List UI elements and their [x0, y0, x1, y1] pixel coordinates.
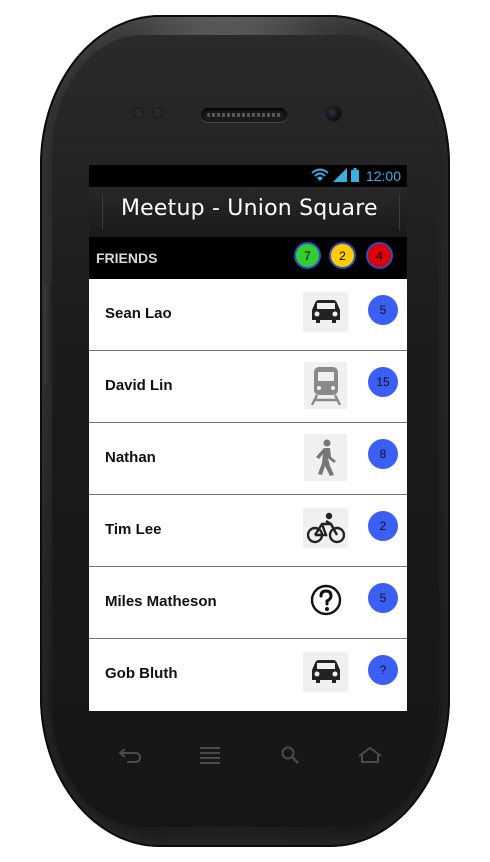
friend-row[interactable]: David Lin 15 — [89, 351, 407, 423]
proximity-sensor — [134, 108, 143, 117]
friend-name: Nathan — [105, 449, 156, 466]
friend-name: Miles Matheson — [105, 593, 217, 610]
friend-row[interactable]: Gob Bluth ? — [89, 639, 407, 710]
wifi-icon — [311, 168, 329, 185]
late-count-badge[interactable]: 4 — [366, 242, 393, 269]
eta-badge: 15 — [368, 367, 398, 397]
status-bar: 12:00 — [89, 165, 407, 187]
question-icon — [303, 580, 348, 620]
status-time: 12:00 — [365, 168, 401, 184]
nearby-count-badge[interactable]: 2 — [329, 242, 356, 269]
front-camera — [326, 106, 341, 121]
light-sensor — [153, 108, 162, 117]
page-title: Meetup - Union Square — [121, 196, 378, 221]
train-icon — [304, 362, 347, 409]
friend-name: Sean Lao — [105, 305, 172, 322]
bicycle-icon — [303, 508, 348, 548]
search-icon[interactable] — [270, 743, 310, 767]
action-bar: Meetup - Union Square — [89, 187, 407, 237]
friend-row[interactable]: Tim Lee 2 — [89, 495, 407, 567]
signal-icon — [332, 167, 347, 185]
eta-badge: 5 — [368, 295, 398, 325]
battery-icon — [350, 167, 359, 185]
arrived-count-badge[interactable]: 7 — [294, 242, 321, 269]
home-icon[interactable] — [350, 743, 390, 767]
hardware-nav-keys — [110, 740, 390, 770]
volume-button — [44, 283, 54, 385]
friend-row[interactable]: Nathan 8 — [89, 423, 407, 495]
friends-label: FRIENDS — [96, 250, 158, 266]
menu-icon[interactable] — [190, 743, 230, 767]
friend-name: Gob Bluth — [105, 665, 178, 682]
eta-badge: 2 — [368, 511, 398, 541]
car-icon — [303, 292, 348, 332]
back-icon[interactable] — [110, 743, 150, 767]
friend-row[interactable]: Sean Lao 5 — [89, 279, 407, 351]
friend-name: Tim Lee — [105, 521, 162, 538]
eta-badge: ? — [368, 655, 398, 685]
eta-badge: 5 — [368, 583, 398, 613]
walking-icon — [304, 434, 347, 481]
friends-list: Sean Lao 5 David Lin 15 Nathan 8 Tim Lee… — [89, 279, 407, 710]
eta-badge: 8 — [368, 439, 398, 469]
car-icon — [303, 652, 348, 692]
earpiece-speaker — [201, 108, 287, 122]
friend-name: David Lin — [105, 377, 173, 394]
app-screen: 12:00 Meetup - Union Square FRIENDS 7 2 … — [89, 165, 407, 711]
friends-header: FRIENDS 7 2 4 — [89, 237, 407, 281]
friend-row[interactable]: Miles Matheson 5 — [89, 567, 407, 639]
